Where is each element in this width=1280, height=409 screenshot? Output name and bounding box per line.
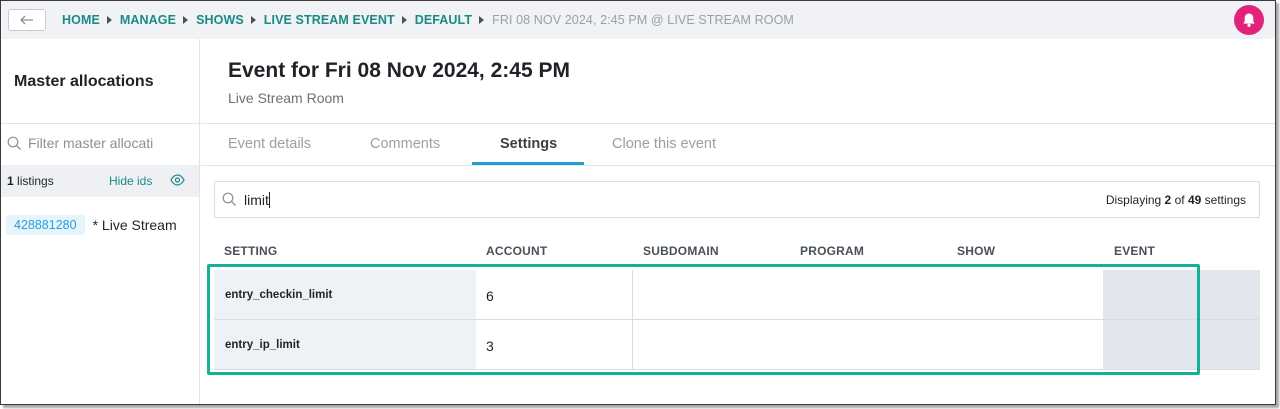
setting-name-cell: entry_ip_limit	[214, 320, 476, 369]
tab-comments[interactable]: Comments	[370, 136, 440, 152]
breadcrumb-separator-icon	[106, 16, 112, 24]
search-icon	[7, 136, 21, 150]
breadcrumb-current: FRI 08 NOV 2024, 2:45 PM @ LIVE STREAM R…	[492, 13, 794, 27]
settings-search-input[interactable]: limit Displaying 2 of 49 settings	[214, 181, 1260, 218]
divider	[1, 123, 199, 124]
bell-icon	[1243, 13, 1255, 27]
top-bar: HOME MANAGE SHOWS LIVE STREAM EVENT DEFA…	[1, 1, 1275, 39]
account-value-cell[interactable]: 6	[476, 270, 633, 319]
tab-clone-this-event[interactable]: Clone this event	[612, 136, 716, 152]
listings-bar: 1 listings Hide ids	[1, 165, 199, 197]
tab-settings[interactable]: Settings	[500, 136, 557, 152]
app-window: HOME MANAGE SHOWS LIVE STREAM EVENT DEFA…	[0, 0, 1276, 405]
breadcrumb-separator-icon	[250, 16, 256, 24]
account-value-cell[interactable]: 3	[476, 320, 633, 369]
tab-bar: Event details Comments Settings Clone th…	[201, 124, 1275, 166]
column-header-account: ACCOUNT	[486, 244, 548, 258]
arrow-left-icon	[20, 15, 33, 25]
breadcrumb-default[interactable]: DEFAULT	[415, 13, 472, 27]
settings-table: entry_checkin_limit 6 entry_ip_limit 3	[214, 270, 1260, 370]
breadcrumb-manage[interactable]: MANAGE	[120, 13, 176, 27]
breadcrumb-separator-icon	[183, 16, 189, 24]
breadcrumb-separator-icon	[401, 16, 407, 24]
listing-id-badge[interactable]: 428881280	[6, 215, 85, 235]
list-item[interactable]: 428881280 * Live Stream	[6, 215, 177, 235]
event-value-cell[interactable]	[1103, 270, 1260, 319]
event-venue: Live Stream Room	[228, 90, 344, 106]
sidebar-title: Master allocations	[14, 73, 154, 90]
column-header-event: EVENT	[1114, 244, 1156, 258]
setting-name-cell: entry_checkin_limit	[214, 270, 476, 319]
breadcrumb-separator-icon	[479, 16, 485, 24]
filter-input[interactable]: Filter master allocati	[7, 135, 153, 151]
hide-ids-link[interactable]: Hide ids	[109, 174, 152, 188]
sidebar: Master allocations Filter master allocat…	[1, 39, 200, 404]
event-value-cell[interactable]	[1103, 320, 1260, 369]
breadcrumb: HOME MANAGE SHOWS LIVE STREAM EVENT DEFA…	[62, 13, 794, 27]
breadcrumb-home[interactable]: HOME	[62, 13, 100, 27]
column-header-subdomain: SUBDOMAIN	[643, 244, 719, 258]
active-tab-indicator	[472, 162, 584, 165]
account-value: 3	[486, 338, 494, 354]
back-button[interactable]	[8, 9, 46, 31]
search-icon	[222, 192, 236, 206]
column-header-program: PROGRAM	[800, 244, 865, 258]
column-header-show: SHOW	[957, 244, 996, 258]
page-title: Event for Fri 08 Nov 2024, 2:45 PM	[228, 59, 570, 82]
eye-icon[interactable]	[170, 174, 185, 186]
setting-name: entry_ip_limit	[225, 339, 300, 351]
breadcrumb-shows[interactable]: SHOWS	[196, 13, 244, 27]
account-value: 6	[486, 288, 494, 304]
setting-name: entry_checkin_limit	[225, 289, 333, 301]
listings-count: 1 listings	[7, 174, 54, 188]
table-row[interactable]: entry_checkin_limit 6	[214, 270, 1260, 320]
search-value: limit	[244, 192, 270, 208]
tab-event-details[interactable]: Event details	[228, 136, 311, 152]
column-header-setting: SETTING	[224, 244, 278, 258]
results-count: Displaying 2 of 49 settings	[1105, 193, 1246, 207]
notifications-button[interactable]	[1234, 5, 1264, 35]
breadcrumb-live-stream-event[interactable]: LIVE STREAM EVENT	[264, 13, 395, 27]
listing-name: * Live Stream	[92, 217, 177, 233]
table-row[interactable]: entry_ip_limit 3	[214, 320, 1260, 370]
filter-placeholder: Filter master allocati	[28, 135, 154, 151]
